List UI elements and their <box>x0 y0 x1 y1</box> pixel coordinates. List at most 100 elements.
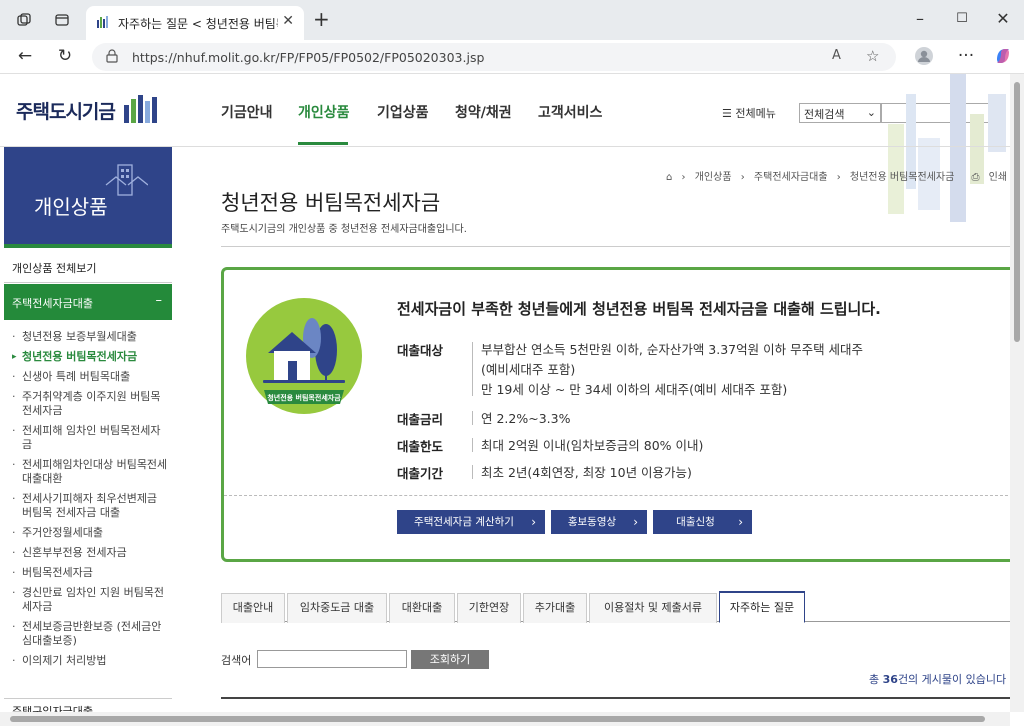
side-category-label: 주택전세자금대출 <box>12 297 93 310</box>
page-description: 주택도시기금의 개인상품 중 청년전용 전세자금대출입니다. <box>221 224 467 235</box>
button-label: 홍보동영상 <box>567 516 617 528</box>
gnb-subscription-bonds[interactable]: 청약/채권 <box>455 102 512 122</box>
buildings-icon <box>105 164 148 196</box>
profile-avatar-icon[interactable] <box>914 46 934 71</box>
side-item[interactable]: 주거취약계층 이주지원 버팀목전세자금 <box>12 390 170 418</box>
count-prefix: 총 <box>869 673 883 686</box>
header-search-input[interactable]: ⌕ <box>881 103 1005 123</box>
breadcrumb-sep: › <box>740 172 745 183</box>
tab-procedure-documents[interactable]: 이용절차 및 제출서류 <box>589 593 717 623</box>
side-item[interactable]: 청년전용 보증부월세대출 <box>12 330 170 344</box>
row-value: 부부합산 연소득 5천만원 이하, 순자산가액 3.37억원 이하 무주택 세대… <box>481 340 863 400</box>
breadcrumb-item[interactable]: 청년전용 버팀목전세자금 <box>850 172 954 183</box>
read-aloud-icon[interactable]: A <box>832 48 841 63</box>
new-tab-icon[interactable]: + <box>313 9 330 29</box>
tab-interim-loan[interactable]: 임차중도금 대출 <box>287 593 387 623</box>
faq-search-input[interactable] <box>257 650 407 668</box>
search-label: 검색어 <box>221 654 252 667</box>
side-item[interactable]: 전세피해임차인대상 버팀목전세대출대환 <box>12 458 170 486</box>
tab-actions-icon[interactable] <box>54 12 70 28</box>
side-item[interactable]: 주거안정월세대출 <box>12 526 170 540</box>
loan-apply-button[interactable]: 대출신청 › <box>653 510 752 534</box>
maximize-icon[interactable]: ☐ <box>952 11 972 26</box>
back-icon[interactable]: ← <box>15 46 35 66</box>
address-toolbar: ← ↻ https://nhuf.molit.go.kr/FP/FP05/FP0… <box>0 40 1024 74</box>
active-browser-tab[interactable]: 자주하는 질문 < 청년전용 버팀목 ✕ <box>86 6 304 40</box>
row-value: 최대 2억원 이내(임차보증금의 80% 이내) <box>481 438 704 453</box>
side-item[interactable]: 버팀목전세자금 <box>12 566 170 580</box>
browser-tab-bar: 자주하는 질문 < 청년전용 버팀목 ✕ + – ☐ ✕ <box>0 0 1024 40</box>
search-scope-value: 전체검색 <box>804 108 845 121</box>
row-value-line: 만 19세 이상 ~ 만 34세 이하의 세대주(예비 세대주 포함) <box>481 382 788 397</box>
breadcrumb-item[interactable]: 개인상품 <box>695 172 732 183</box>
search-scope-select[interactable]: 전체검색 ⌄ <box>799 103 881 123</box>
url-bar[interactable]: https://nhuf.molit.go.kr/FP/FP05/FP0502/… <box>92 43 896 71</box>
window-close-icon[interactable]: ✕ <box>993 9 1013 28</box>
row-separator <box>472 465 473 479</box>
tab-extension[interactable]: 기한연장 <box>457 593 521 623</box>
side-item-active[interactable]: 청년전용 버팀목전세자금 <box>12 350 170 364</box>
product-emblem: 청년전용 버팀목전세자금 <box>246 298 362 414</box>
side-item[interactable]: 전세보증금반환보증 (전세금안심대출보증) <box>12 620 170 648</box>
row-value-line: (예비세대주 포함) <box>481 362 576 377</box>
site-logo-text[interactable]: 주택도시기금 <box>16 97 116 124</box>
search-submit-button[interactable]: 조회하기 <box>411 650 489 669</box>
gnb-fund-info[interactable]: 기금안내 <box>221 102 273 122</box>
side-item[interactable]: 전세사기피해자 최우선변제금 버팀목 전세자금 대출 <box>12 492 170 520</box>
horizontal-scroll-thumb[interactable] <box>10 716 985 722</box>
close-tab-icon[interactable]: ✕ <box>282 13 294 29</box>
jeonse-calculator-button[interactable]: 주택전세자금 계산하기 › <box>397 510 545 534</box>
minimize-icon[interactable]: – <box>910 9 930 28</box>
title-divider <box>221 246 1010 247</box>
list-top-border <box>221 697 1010 699</box>
side-category-purchase[interactable]: 주택구입자금대출 <box>4 698 172 712</box>
breadcrumb-item[interactable]: 주택전세자금대출 <box>754 172 828 183</box>
print-label: 인쇄 <box>988 172 1008 183</box>
site-logo-mark[interactable] <box>122 93 162 127</box>
row-label: 대출대상 <box>397 343 444 358</box>
row-label: 대출한도 <box>397 439 444 454</box>
favorite-star-icon[interactable]: ☆ <box>866 47 879 65</box>
side-item[interactable]: 전세피해 임차인 버팀목전세자금 <box>12 424 170 452</box>
home-icon[interactable]: ⌂ <box>666 172 672 183</box>
count-suffix: 건의 게시물이 있습니다 <box>897 673 1007 686</box>
product-headline: 전세자금이 부족한 청년들에게 청년전용 버팀목 전세자금을 대출해 드립니다. <box>397 300 881 318</box>
gnb-personal-products[interactable]: 개인상품 <box>298 102 350 122</box>
row-label: 대출기간 <box>397 466 444 481</box>
chevron-right-icon: › <box>531 515 536 529</box>
breadcrumb-sep: › <box>836 172 841 183</box>
side-accent-bar <box>4 244 172 248</box>
site-favicon <box>97 16 108 28</box>
side-item[interactable]: 이의제기 처리방법 <box>12 654 170 668</box>
side-item[interactable]: 경신만료 임차인 지원 버팀목전세자금 <box>12 586 170 614</box>
reload-icon[interactable]: ↻ <box>55 46 75 66</box>
side-item[interactable]: 신혼부부전용 전세자금 <box>12 546 170 560</box>
hamburger-icon: ☰ <box>722 107 736 120</box>
side-category-jeonse[interactable]: 주택전세자금대출 – <box>4 284 172 320</box>
promo-video-button[interactable]: 홍보동영상 › <box>551 510 647 534</box>
collapse-icon[interactable]: – <box>156 293 163 308</box>
side-item[interactable]: 신생아 특례 버팀목대출 <box>12 370 170 384</box>
vertical-scroll-thumb[interactable] <box>1014 82 1020 342</box>
all-menu-label: 전체메뉴 <box>735 107 776 120</box>
product-summary-box: 청년전용 버팀목전세자금 전세자금이 부족한 청년들에게 청년전용 버팀목 전세… <box>221 267 1010 562</box>
tab-loan-guide[interactable]: 대출안내 <box>221 593 285 623</box>
product-divider <box>224 495 1010 496</box>
web-page: 주택도시기금 기금안내 개인상품 기업상품 청약/채권 고객서비스 ☰ 전체메뉴… <box>0 74 1010 712</box>
tab-faq[interactable]: 자주하는 질문 <box>719 591 805 623</box>
tab-additional-loan[interactable]: 추가대출 <box>523 593 587 623</box>
breadcrumb-sep: › <box>681 172 686 183</box>
vertical-scrollbar[interactable] <box>1010 74 1024 712</box>
print-button[interactable]: ⎙ 인쇄 <box>971 172 1010 183</box>
gnb-customer-service[interactable]: 고객서비스 <box>538 102 602 122</box>
gnb-corporate-products[interactable]: 기업상품 <box>377 102 429 122</box>
workspaces-icon[interactable] <box>16 12 32 28</box>
side-all-view-link[interactable]: 개인상품 전체보기 <box>4 251 172 283</box>
row-value: 최초 2년(4회연장, 최장 10년 이용가능) <box>481 465 692 480</box>
chevron-right-icon: › <box>738 515 743 529</box>
tab-refinance[interactable]: 대환대출 <box>389 593 455 623</box>
copilot-icon[interactable] <box>993 46 1013 71</box>
more-options-icon[interactable]: ··· <box>956 46 976 66</box>
all-menu-button[interactable]: ☰ 전체메뉴 <box>722 105 776 121</box>
horizontal-scrollbar[interactable] <box>0 712 1010 726</box>
